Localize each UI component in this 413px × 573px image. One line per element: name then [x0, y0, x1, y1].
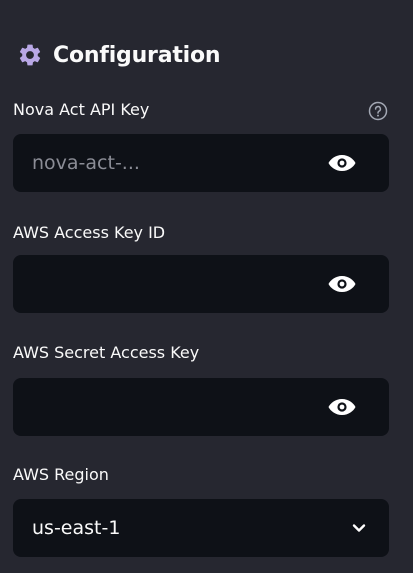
aws-region-label: AWS Region: [13, 465, 109, 484]
help-circle-icon[interactable]: [368, 101, 388, 121]
nova-api-key-label: Nova Act API Key: [13, 100, 150, 119]
sidebar-header: Configuration: [17, 38, 221, 72]
nova-api-key-field[interactable]: nova-act-...: [13, 134, 389, 192]
aws-access-key-field[interactable]: [13, 255, 389, 313]
nova-api-key-placeholder: nova-act-...: [32, 152, 140, 174]
eye-icon[interactable]: [327, 274, 357, 294]
aws-region-select[interactable]: us-east-1: [13, 499, 389, 557]
eye-icon[interactable]: [327, 153, 357, 173]
aws-access-key-label: AWS Access Key ID: [13, 223, 166, 242]
eye-icon[interactable]: [327, 397, 357, 417]
chevron-down-icon[interactable]: [349, 518, 369, 538]
page-title: Configuration: [53, 42, 221, 68]
aws-region-selected: us-east-1: [32, 517, 121, 539]
aws-secret-key-field[interactable]: [13, 378, 389, 436]
aws-secret-key-label: AWS Secret Access Key: [13, 343, 200, 362]
gear-icon: [17, 42, 43, 68]
